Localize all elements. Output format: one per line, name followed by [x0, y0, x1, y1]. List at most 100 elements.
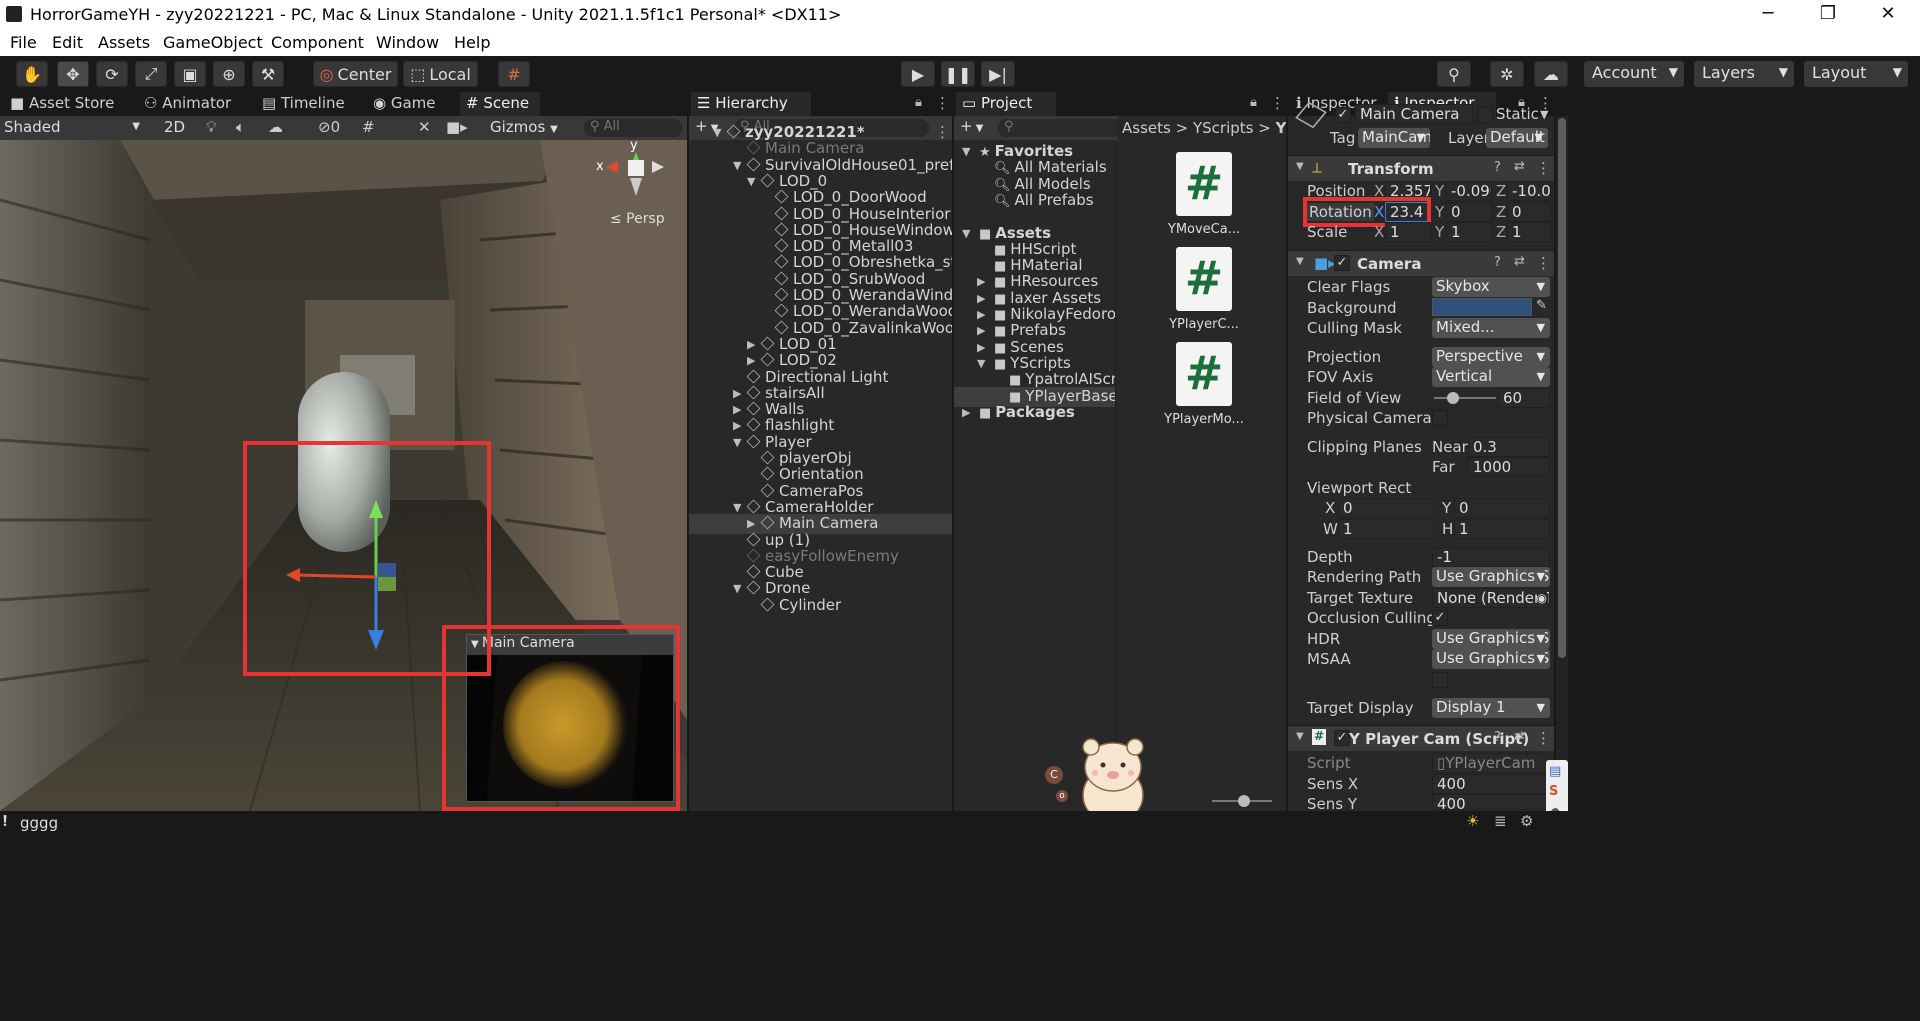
asset-tile[interactable]: # YPlayerC...	[1159, 247, 1249, 337]
menu-help[interactable]: Help	[454, 33, 490, 52]
effects-icon[interactable]: ☁	[268, 118, 283, 136]
cloud-icon[interactable]: ☁	[1534, 61, 1568, 87]
far-field[interactable]: 1000	[1468, 457, 1550, 477]
s-badge-icon[interactable]: S	[1549, 784, 1558, 799]
breadcrumb-yscripts[interactable]: YScripts	[1193, 119, 1253, 137]
chevron-down-icon[interactable]: ▼	[977, 357, 985, 370]
viewport-x-field[interactable]: 0	[1338, 498, 1434, 518]
breadcrumb-yplayer[interactable]: YPlayer	[1276, 119, 1286, 137]
rotate-tool-icon[interactable]: ⟳	[96, 61, 128, 87]
more-options-icon[interactable]: ⋮	[1270, 94, 1285, 112]
services-icon[interactable]: ✲	[1490, 61, 1524, 87]
sens-x-field[interactable]: 400	[1432, 774, 1550, 794]
background-color-swatch[interactable]	[1432, 298, 1532, 316]
target-texture-field[interactable]: None (Render Texture)◉	[1432, 588, 1550, 608]
layer-dropdown[interactable]: Default ▼	[1486, 128, 1548, 148]
grid-icon[interactable]: #	[362, 118, 375, 136]
debug-icon[interactable]: ⚙	[1520, 812, 1533, 830]
clear-flags-dropdown[interactable]: Skybox ▼	[1432, 277, 1550, 297]
lock-icon[interactable]: 🔒︎	[915, 95, 922, 110]
inspector-scrollbar[interactable]	[1556, 116, 1568, 811]
project-tree-item[interactable]: 🔍︎ All Prefabs	[954, 191, 1115, 211]
menu-assets[interactable]: Assets	[98, 33, 150, 52]
tag-dropdown[interactable]: MainCam ▼	[1358, 128, 1430, 148]
culling-mask-dropdown[interactable]: Mixed... ▼	[1432, 318, 1550, 338]
chevron-right-icon[interactable]: ▶	[977, 275, 985, 288]
create-button[interactable]: + ▼	[960, 117, 983, 135]
static-checkbox[interactable]	[1477, 107, 1493, 123]
layout-dropdown[interactable]: Layout ▼	[1804, 61, 1908, 87]
transform-header[interactable]: ▼ ⟂ Transform ? ⇄ ⋮	[1288, 155, 1554, 181]
eyedropper-icon[interactable]: ✎	[1536, 298, 1547, 313]
more-options-icon[interactable]: ⋮	[1536, 729, 1551, 747]
scale-z-field[interactable]: 1	[1507, 222, 1551, 242]
chevron-right-icon[interactable]: ▶	[747, 354, 755, 367]
fov-axis-dropdown[interactable]: Vertical ▼	[1432, 367, 1550, 387]
pivot-center-button[interactable]: ◎ Center	[313, 61, 398, 87]
visibility-icon[interactable]: ⊘0	[318, 118, 340, 136]
object-picker-icon[interactable]: ◉	[1536, 589, 1547, 607]
more-options-icon[interactable]: ⋮	[935, 94, 950, 112]
target-display-dropdown[interactable]: Display 1 ▼	[1432, 698, 1550, 718]
menu-file[interactable]: File	[10, 33, 37, 52]
camera-header[interactable]: ▼ ■▸ ✓ Camera ? ⇄ ⋮	[1288, 250, 1554, 276]
rotation-z-field[interactable]: 0	[1507, 202, 1551, 222]
tab-game[interactable]: ◉ Game	[367, 92, 442, 116]
chevron-right-icon[interactable]: ▶	[733, 387, 741, 400]
fov-field[interactable]: 60	[1498, 388, 1550, 408]
tab-project[interactable]: ▭ Project	[956, 92, 1056, 116]
tab-scene[interactable]: # Scene	[460, 92, 540, 116]
hand-tool-icon[interactable]: ✋	[16, 61, 48, 87]
scene-search-field[interactable]: ⚲ All	[584, 119, 682, 137]
persp-label[interactable]: ≤ Persp	[610, 211, 665, 227]
more-options-icon[interactable]: ⋮	[935, 123, 950, 141]
asset-tile[interactable]: # YMoveCa...	[1159, 152, 1249, 242]
pivot-local-button[interactable]: ⬚ Local	[403, 61, 478, 87]
menu-component[interactable]: Component	[271, 33, 364, 52]
tab-hierarchy[interactable]: ☰ Hierarchy	[691, 92, 811, 116]
grid-snap-icon[interactable]: #	[498, 61, 530, 87]
viewport-y-field[interactable]: 0	[1454, 498, 1550, 518]
zoom-slider[interactable]	[1212, 795, 1272, 807]
rotation-y-field[interactable]: 0	[1446, 202, 1492, 222]
physical-camera-checkbox[interactable]	[1432, 410, 1448, 426]
chevron-right-icon[interactable]: ▶	[977, 324, 985, 337]
account-dropdown[interactable]: Account ▼	[1584, 61, 1684, 87]
breadcrumb-assets[interactable]: Assets	[1122, 119, 1171, 137]
maximize-button[interactable]: ❐	[1808, 3, 1848, 24]
chevron-down-icon[interactable]: ▼	[733, 436, 741, 449]
project-tree-item[interactable]: ▶ ■ Packages	[954, 403, 1115, 423]
chevron-down-icon[interactable]: ▼	[733, 582, 741, 595]
step-button[interactable]: ▶|	[981, 61, 1015, 87]
chevron-right-icon[interactable]: ▶	[962, 406, 970, 419]
menu-window[interactable]: Window	[376, 33, 439, 52]
occlusion-culling-checkbox[interactable]: ✓	[1432, 610, 1448, 626]
chevron-down-icon[interactable]: ▼	[1540, 108, 1548, 121]
hdr-dropdown[interactable]: Use Graphics Settings▼	[1432, 629, 1550, 649]
chevron-right-icon[interactable]: ▶	[977, 341, 985, 354]
camera-enabled-checkbox[interactable]: ✓	[1334, 255, 1350, 271]
chevron-down-icon[interactable]: ▼	[733, 159, 741, 172]
script-header[interactable]: ▼ # ✓ Y Player Cam (Script) ? ⇄ ⋮	[1288, 725, 1554, 751]
viewport-h-field[interactable]: 1	[1454, 519, 1550, 539]
chevron-down-icon[interactable]: ▼	[962, 145, 970, 158]
help-icon[interactable]: ?	[1494, 730, 1501, 745]
msaa-dropdown[interactable]: Use Graphics Settings▼	[1432, 649, 1550, 669]
minimize-button[interactable]: ─	[1748, 3, 1788, 24]
chevron-right-icon[interactable]: ▶	[977, 308, 985, 321]
depth-field[interactable]: -1	[1432, 547, 1550, 567]
rendering-path-dropdown[interactable]: Use Graphics Settings▼	[1432, 567, 1550, 587]
chevron-right-icon[interactable]: ▶	[977, 292, 985, 305]
zoom-slider-handle[interactable]	[1238, 795, 1250, 807]
scale-x-field[interactable]: 1	[1385, 222, 1431, 242]
scale-tool-icon[interactable]: ⤢	[135, 61, 167, 87]
gizmos-dropdown[interactable]: Gizmos ▼	[490, 118, 558, 136]
transform-tool-icon[interactable]: ⊕	[213, 61, 245, 87]
position-z-field[interactable]: -10.04	[1507, 181, 1551, 201]
rect-tool-icon[interactable]: ▣	[174, 61, 206, 87]
chevron-right-icon[interactable]: ▶	[733, 419, 741, 432]
lighting-icon[interactable]: 💡︎	[206, 118, 217, 136]
menu-edit[interactable]: Edit	[52, 33, 83, 52]
chevron-right-icon[interactable]: ▶	[747, 338, 755, 351]
more-options-icon[interactable]: ⋮	[1536, 159, 1551, 177]
